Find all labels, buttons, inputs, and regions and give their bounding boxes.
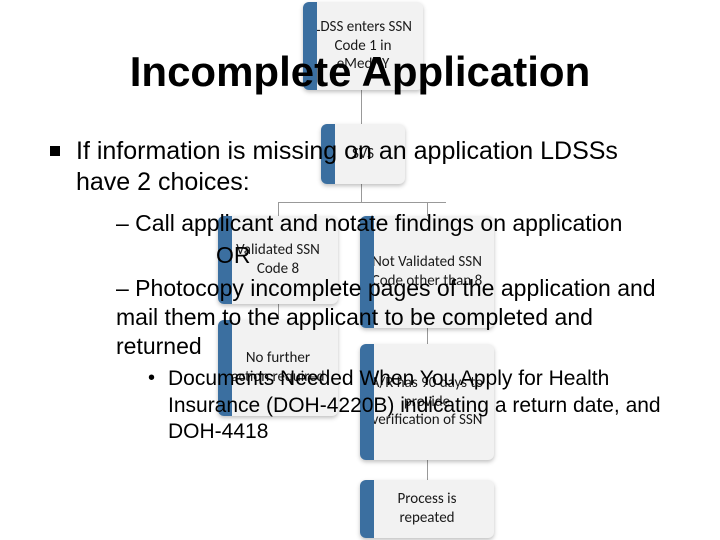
main-bullet: If information is missing on an applicat…: [50, 136, 670, 445]
choice-1: – Call applicant and notate findings on …: [116, 209, 670, 238]
slide-body: Incomplete Application If information is…: [0, 0, 720, 540]
sub-bullet-documents: Documents Needed When You Apply for Heal…: [148, 366, 670, 445]
or-separator: OR: [116, 241, 670, 270]
page-title: Incomplete Application: [50, 48, 670, 96]
main-bullet-text: If information is missing on an applicat…: [76, 137, 618, 196]
sub-bullet-text: Documents Needed When You Apply for Heal…: [168, 367, 661, 443]
choice-2: – Photocopy incomplete pages of the appl…: [116, 274, 670, 360]
